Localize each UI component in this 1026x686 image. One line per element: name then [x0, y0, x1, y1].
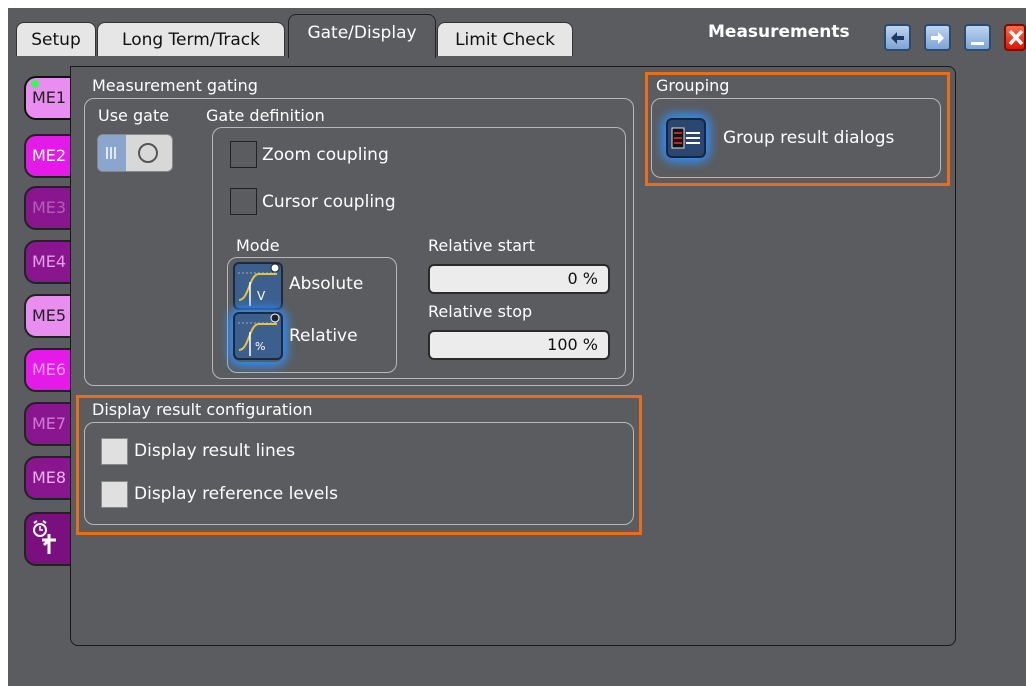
side-tab-me2[interactable]: ME2	[24, 134, 70, 178]
grouping-title: Grouping	[656, 76, 730, 95]
side-tab-label: ME2	[32, 146, 67, 165]
side-tab-me1[interactable]: ME1	[24, 76, 70, 120]
tab-long-term-track[interactable]: Long Term/Track	[97, 22, 285, 56]
svg-text:V: V	[257, 289, 266, 303]
absolute-label: Absolute	[289, 274, 364, 294]
display-result-lines-checkbox[interactable]	[101, 438, 128, 465]
display-result-lines-label: Display result lines	[134, 441, 296, 461]
toggle-off-side	[98, 135, 126, 171]
zoom-coupling-label: Zoom coupling	[262, 145, 389, 165]
group-dialogs-icon	[666, 118, 706, 158]
active-indicator-dot	[31, 80, 39, 88]
relative-mode-button[interactable]: %	[233, 312, 283, 362]
side-tab-me3[interactable]: ME3	[24, 186, 70, 230]
side-tab-me7[interactable]: ME7	[24, 402, 70, 446]
window-title: Measurements	[708, 22, 850, 42]
side-tab-me5[interactable]: ME5	[24, 294, 70, 338]
mode-title: Mode	[236, 236, 280, 255]
measurement-gating-title: Measurement gating	[92, 76, 258, 95]
side-tab-label: ME3	[32, 198, 67, 217]
display-config-group	[84, 422, 634, 525]
side-tab-label: ME6	[32, 360, 67, 379]
relative-start-label: Relative start	[428, 236, 535, 255]
cursor-coupling-checkbox[interactable]	[230, 188, 257, 215]
group-result-dialogs-button[interactable]: Group result dialogs	[666, 112, 926, 164]
cursor-coupling-label: Cursor coupling	[262, 192, 396, 212]
redo-icon	[931, 32, 944, 44]
svg-text:%: %	[255, 340, 265, 353]
undo-button[interactable]	[884, 24, 911, 51]
side-tab-label: ME8	[32, 468, 67, 487]
absolute-mode-button[interactable]: V	[233, 262, 283, 312]
close-icon	[1008, 29, 1024, 46]
relative-stop-label: Relative stop	[428, 302, 533, 321]
side-tab-me8[interactable]: ME8	[24, 456, 70, 500]
side-tab-me4[interactable]: ME4	[24, 240, 70, 284]
side-tab-label: ME5	[32, 306, 67, 325]
relative-start-input[interactable]: 0 %	[428, 264, 610, 294]
side-tab-me6[interactable]: ME6	[24, 348, 70, 392]
minimize-icon	[971, 42, 984, 45]
gate-definition-title: Gate definition	[206, 106, 325, 125]
display-config-title: Display result configuration	[92, 400, 313, 419]
zoom-coupling-checkbox[interactable]	[230, 141, 257, 168]
side-tab-label: ME4	[32, 252, 67, 271]
undo-icon	[891, 32, 904, 44]
redo-button[interactable]	[924, 24, 951, 51]
alarm-clock-gate-icon	[33, 520, 56, 554]
relative-waveform-icon: %	[233, 312, 283, 360]
use-gate-toggle[interactable]	[97, 134, 173, 172]
close-button[interactable]	[1004, 24, 1026, 51]
side-tab-timer[interactable]	[24, 512, 70, 566]
minimize-button[interactable]	[964, 24, 991, 51]
tab-setup[interactable]: Setup	[16, 22, 96, 56]
side-tab-label: ME7	[32, 414, 67, 433]
relative-stop-input[interactable]: 100 %	[428, 330, 610, 360]
display-reference-levels-label: Display reference levels	[134, 484, 338, 504]
tab-gate-display[interactable]: Gate/Display	[288, 14, 436, 58]
group-result-dialogs-label: Group result dialogs	[723, 128, 895, 148]
use-gate-label: Use gate	[98, 106, 170, 125]
group-dialog-icon-wrap	[666, 118, 706, 158]
tab-limit-check[interactable]: Limit Check	[437, 22, 573, 56]
display-reference-levels-checkbox[interactable]	[101, 481, 128, 508]
side-tab-label: ME1	[32, 88, 67, 107]
toggle-circle-icon	[138, 143, 158, 163]
toggle-bars-icon	[106, 147, 116, 159]
absolute-waveform-icon: V	[233, 262, 283, 310]
relative-label: Relative	[289, 326, 358, 346]
